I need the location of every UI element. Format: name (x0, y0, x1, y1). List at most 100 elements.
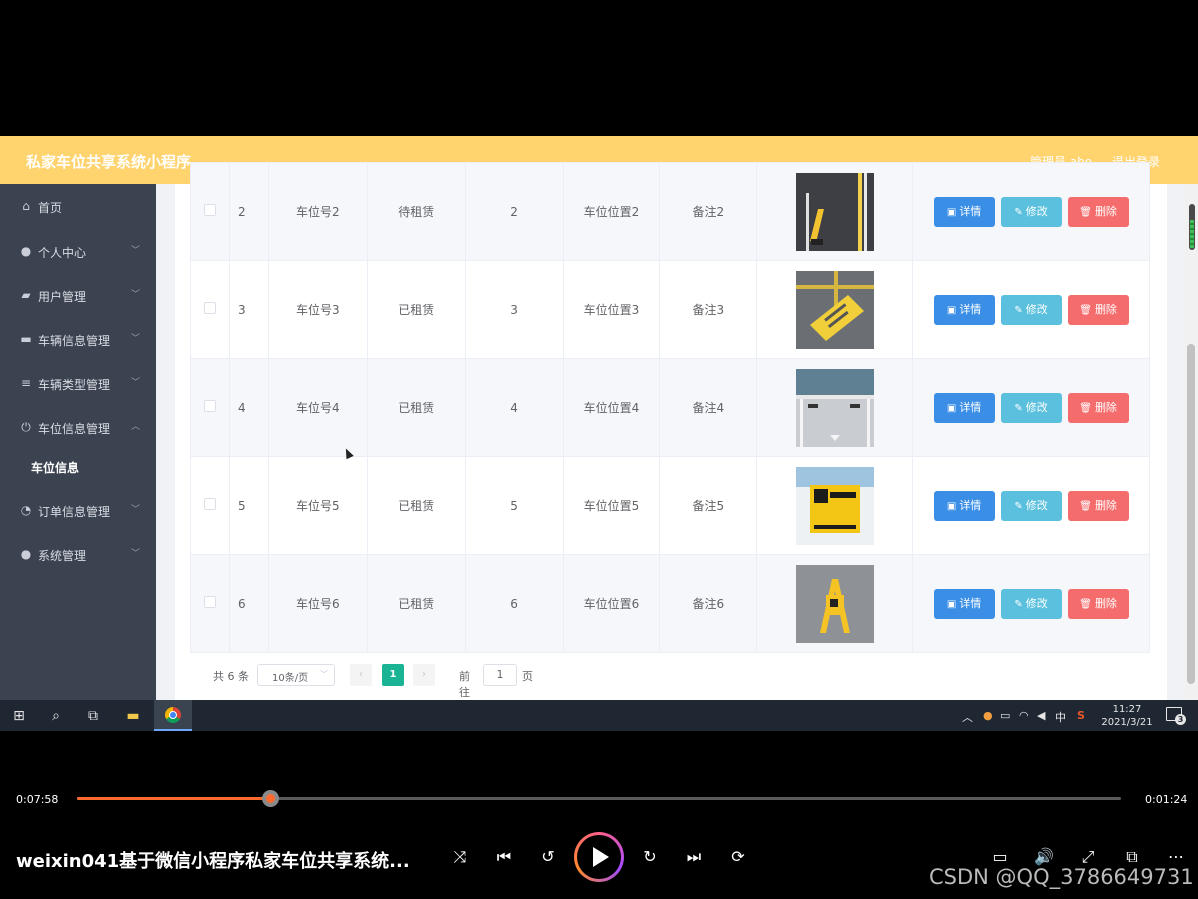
play-button[interactable] (574, 832, 624, 882)
detail-button[interactable]: ▣ 详情 (933, 392, 995, 423)
sidebar-subitem-parking-info[interactable]: 车位信息 (0, 446, 156, 486)
sidebar-subitem-label: 车位信息 (31, 461, 80, 475)
edit-button[interactable]: ✎ 修改 (1000, 196, 1062, 227)
row-num: 2 (464, 162, 564, 261)
trash-icon: 🗑 (1079, 598, 1092, 610)
taskbar-clock[interactable]: 11:27 2021/3/21 (1100, 703, 1154, 729)
chevron-up-icon[interactable]: ︿ (962, 709, 973, 725)
volume-icon[interactable]: ◀ (1037, 709, 1045, 722)
row-checkbox[interactable] (203, 498, 216, 510)
row-spot-number: 车位号6 (267, 554, 368, 653)
pagination-total: 共 6 条 (213, 670, 249, 683)
chevron-down-icon: ﹀ (131, 378, 141, 388)
sidebar-item-profile[interactable]: ● 个人中心 ﹀ (0, 229, 156, 273)
folder-icon: ▰ (21, 288, 31, 302)
sidebar-item-vehicles[interactable]: ▬ 车辆信息管理 ﹀ (0, 317, 156, 361)
delete-button[interactable]: 🗑 删除 (1067, 490, 1129, 521)
ime-indicator[interactable]: 中 (1055, 709, 1066, 725)
trash-icon: 🗑 (1079, 402, 1092, 414)
seek-knob[interactable] (262, 790, 280, 807)
forward-30-icon[interactable]: ↻ (638, 847, 662, 866)
document-icon: ▣ (946, 500, 957, 512)
repeat-icon[interactable]: ⟳ (726, 847, 750, 866)
battery-icon[interactable]: ▭ (1000, 709, 1010, 722)
row-checkbox[interactable] (203, 302, 216, 314)
row-status: 已租赁 (366, 554, 466, 653)
detail-button[interactable]: ▣ 详情 (933, 294, 995, 325)
scrollbar-thumb[interactable] (1187, 344, 1195, 684)
file-explorer-icon[interactable]: ▬ (124, 707, 142, 725)
trash-icon: 🗑 (1079, 206, 1092, 218)
row-checkbox[interactable] (203, 204, 216, 216)
search-icon[interactable]: ⌕ (47, 707, 65, 725)
prev-page-button[interactable]: ‹ (350, 664, 372, 686)
windows-start-icon[interactable]: ⊞ (10, 707, 28, 725)
chevron-down-icon: ﹀ (131, 505, 141, 515)
location-icon: ● (20, 547, 32, 561)
delete-button[interactable]: 🗑 删除 (1067, 392, 1129, 423)
edit-button[interactable]: ✎ 修改 (1000, 588, 1062, 619)
notification-icon[interactable]: 3 (1166, 707, 1186, 725)
row-note: 备注6 (659, 554, 758, 653)
table-row: 5 车位号5 已租赁 5 车位位置5 备注5 ▣ 详情 ✎ 修改 🗑 删除 (190, 456, 1150, 555)
compass-icon: ◔ (20, 503, 32, 517)
pencil-icon: ✎ (1014, 598, 1023, 610)
sidebar-item-home[interactable]: ⌂ 首页 (0, 184, 156, 228)
wifi-icon[interactable]: ◠ (1019, 709, 1029, 722)
detail-button[interactable]: ▣ 详情 (933, 588, 995, 619)
row-num: 6 (464, 554, 564, 653)
row-location: 车位位置4 (562, 358, 661, 457)
next-page-button[interactable]: › (413, 664, 435, 686)
sidebar: ⌂ 首页 ● 个人中心 ﹀ ▰ 用户管理 ﹀ ▬ 车辆信息管理 ﹀ ≡ 车辆类型… (0, 184, 156, 700)
clock-date: 2021/3/21 (1101, 717, 1153, 728)
row-spot-number: 车位号5 (267, 456, 368, 555)
sidebar-item-system[interactable]: ● 系统管理 ﹀ (0, 532, 156, 576)
sidebar-item-parking[interactable]: ⏻ 车位信息管理 ︿ (0, 405, 156, 449)
power-icon: ⏻ (21, 420, 31, 434)
vertical-scrollbar[interactable] (1185, 184, 1198, 700)
tray-app-icon[interactable]: ● (983, 709, 993, 722)
row-note: 备注3 (659, 260, 758, 359)
rewind-10-icon[interactable]: ↺ (536, 847, 560, 866)
more-options-icon[interactable]: ⋯ (1164, 847, 1188, 866)
edit-button[interactable]: ✎ 修改 (1000, 294, 1062, 325)
detail-button[interactable]: ▣ 详情 (933, 490, 995, 521)
chevron-down-icon: ﹀ (131, 246, 141, 256)
play-icon (593, 847, 609, 867)
page-size-select[interactable]: 10条/页 ﹀ (257, 664, 335, 686)
delete-button[interactable]: 🗑 删除 (1067, 294, 1129, 325)
sidebar-item-users[interactable]: ▰ 用户管理 ﹀ (0, 273, 156, 317)
row-spot-number: 车位号4 (267, 358, 368, 457)
detail-button[interactable]: ▣ 详情 (933, 196, 995, 227)
goto-page-input[interactable]: 1 (483, 664, 517, 686)
volume-icon[interactable]: 🔊 (1032, 847, 1056, 866)
skip-previous-icon[interactable]: ⏮ (492, 847, 516, 867)
seek-played (77, 797, 271, 800)
task-view-icon[interactable]: ⧉ (84, 707, 102, 725)
skip-next-icon[interactable]: ⏭ (682, 847, 706, 867)
row-spot-number: 车位号2 (267, 162, 368, 261)
delete-button[interactable]: 🗑 删除 (1067, 588, 1129, 619)
fullscreen-icon[interactable]: ⤢ (1076, 847, 1100, 867)
row-num: 5 (464, 456, 564, 555)
edit-button[interactable]: ✎ 修改 (1000, 490, 1062, 521)
row-checkbox[interactable] (203, 400, 216, 412)
chrome-taskbar-button[interactable] (154, 700, 192, 731)
chevron-down-icon: ﹀ (131, 290, 141, 300)
sliders-icon: ≡ (20, 376, 32, 390)
sidebar-item-vehicle-types[interactable]: ≡ 车辆类型管理 ﹀ (0, 361, 156, 405)
row-note: 备注4 (659, 358, 758, 457)
sogou-ime-icon[interactable]: S (1077, 709, 1085, 722)
table-row: 2 车位号2 待租赁 2 车位位置2 备注2 ▣ 详情 ✎ 修改 🗑 删除 (190, 162, 1150, 261)
page-number-current[interactable]: 1 (382, 664, 404, 686)
subtitles-icon[interactable]: ▭ (988, 847, 1012, 866)
mini-player-icon[interactable]: ⧉ (1120, 847, 1144, 867)
row-checkbox[interactable] (203, 596, 216, 608)
seek-bar[interactable] (77, 790, 1121, 807)
shuffle-icon[interactable]: ⤨ (448, 847, 472, 867)
delete-button[interactable]: 🗑 删除 (1067, 196, 1129, 227)
row-index: 3 (228, 260, 269, 359)
sidebar-item-orders[interactable]: ◔ 订单信息管理 ﹀ (0, 488, 156, 532)
app-title: 私家车位共享系统小程序 (26, 153, 192, 171)
edit-button[interactable]: ✎ 修改 (1000, 392, 1062, 423)
